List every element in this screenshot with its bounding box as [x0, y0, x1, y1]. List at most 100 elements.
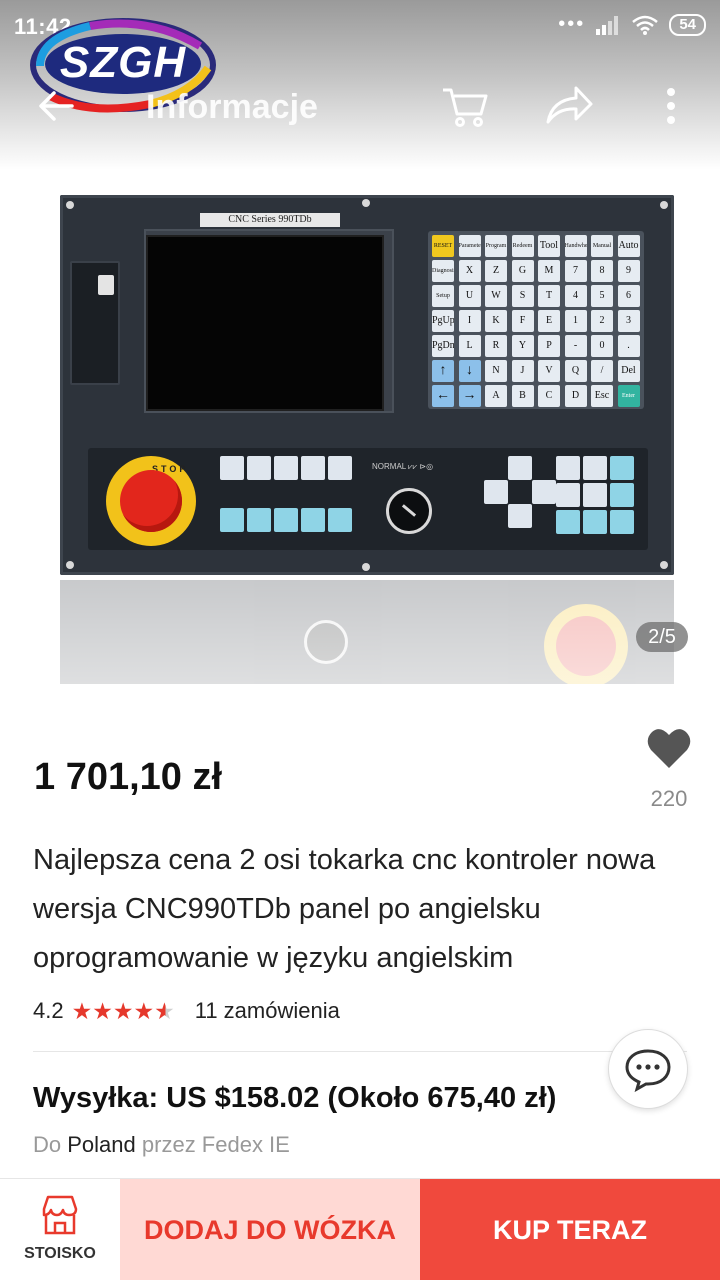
product-price: 1 701,10 zł: [34, 756, 223, 798]
product-photo-cnc-panel: CNC Series 990TDb RESET Parameter Program R…: [60, 195, 674, 575]
panel-function-key: [508, 504, 532, 528]
panel-function-key: [220, 508, 244, 532]
keypad-key: 6: [617, 285, 640, 307]
orders-count: 11 zamówienia: [194, 998, 340, 1023]
panel-function-key: [220, 456, 244, 480]
keypad-key: ↓: [458, 360, 481, 382]
rating-value: 4.2: [33, 998, 64, 1023]
keypad-key: N: [485, 360, 507, 382]
keypad-key: Auto: [617, 235, 640, 257]
panel-function-key: [610, 456, 634, 480]
share-button[interactable]: [544, 82, 594, 130]
keypad-key: W: [485, 285, 507, 307]
keypad-key: 0: [591, 335, 613, 357]
keypad-key: Y: [511, 335, 534, 357]
panel-function-key: [556, 483, 580, 507]
panel-model-label: CNC Series 990TDb: [200, 213, 340, 227]
panel-function-key: [583, 483, 607, 507]
keypad-key: Tool: [538, 235, 560, 257]
panel-function-key: [484, 480, 508, 504]
keypad-key: A: [485, 385, 507, 407]
star-icon: ★: [154, 998, 175, 1024]
panel-function-key: [247, 456, 271, 480]
keypad-key: Setup: [432, 285, 454, 307]
keypad-key: Enter: [617, 385, 640, 407]
buy-now-button[interactable]: KUP TERAZ: [420, 1179, 720, 1280]
keypad-key: 3: [617, 310, 640, 332]
signal-icon: [596, 15, 619, 35]
panel-screen: [146, 235, 384, 411]
store-icon: [42, 1195, 78, 1235]
keypad-key: C: [538, 385, 560, 407]
panel-function-key: [610, 483, 634, 507]
wishlist-button[interactable]: [646, 726, 692, 770]
shipping-destination[interactable]: Do Poland przez Fedex IE: [33, 1132, 290, 1158]
keypad-key: J: [511, 360, 534, 382]
more-vertical-icon: [667, 88, 675, 124]
keypad-key: Redeem: [511, 235, 534, 257]
keypad-key: .: [617, 335, 640, 357]
shipping-cost[interactable]: Wysyłka: US $158.02 (Około 675,40 zł): [33, 1082, 556, 1115]
rating-row[interactable]: 4.2 ★ ★ ★ ★ ★ 11 zamówienia: [33, 998, 340, 1024]
keypad-key: 2: [591, 310, 613, 332]
keypad-key: M: [538, 260, 560, 282]
keypad-key: 9: [617, 260, 640, 282]
product-title: Najlepsza cena 2 osi tokarka cnc kontrol…: [33, 844, 656, 974]
panel-function-key: [583, 456, 607, 480]
panel-function-key: [301, 508, 325, 532]
keypad-key: D: [564, 385, 587, 407]
wishlist-count: 220: [650, 786, 688, 811]
wifi-icon: [632, 15, 659, 35]
panel-function-key: [274, 508, 298, 532]
panel-keypad: RESETParameterProgramRedeemToolHandwheel…: [428, 231, 644, 409]
keypad-key: /: [591, 360, 613, 382]
keypad-key: 4: [564, 285, 587, 307]
back-button[interactable]: [36, 86, 76, 126]
keypad-key: Diagnosis: [432, 260, 454, 282]
chat-button[interactable]: [608, 1029, 688, 1109]
panel-function-key: [274, 456, 298, 480]
panel-function-key: [328, 508, 352, 532]
shipping-carrier: przez Fedex IE: [141, 1132, 290, 1157]
keypad-key: -: [564, 335, 587, 357]
add-to-cart-button[interactable]: DODAJ DO WÓZKA: [120, 1179, 420, 1280]
image-page-indicator: 2/5: [636, 622, 688, 652]
screw: [362, 199, 370, 207]
chat-bubble-icon: [625, 1049, 671, 1093]
bottom-action-bar: STOISKO DODAJ DO WÓZKA KUP TERAZ: [0, 1178, 720, 1280]
panel-function-key: [301, 456, 325, 480]
star-icon: ★: [92, 998, 113, 1024]
panel-function-key: [508, 456, 532, 480]
heart-icon: [647, 729, 691, 768]
cart-icon: [443, 88, 488, 127]
keypad-key: 7: [564, 260, 587, 282]
store-label: STOISKO: [24, 1245, 96, 1262]
panel-function-key: [556, 456, 580, 480]
screw: [362, 563, 370, 571]
usb-slot: [70, 261, 120, 385]
rating-stars: ★ ★ ★ ★ ★: [71, 998, 175, 1024]
keypad-key: 5: [591, 285, 613, 307]
panel-function-key: [532, 480, 556, 504]
more-dots-icon: •••: [558, 13, 586, 35]
keypad-key: U: [458, 285, 481, 307]
share-arrow-icon: [546, 86, 593, 124]
screw: [66, 201, 74, 209]
star-icon: ★: [71, 998, 93, 1024]
keypad-key: 1: [564, 310, 587, 332]
keypad-key: Esc: [591, 385, 613, 407]
keypad-key: R: [485, 335, 507, 357]
keypad-key: 8: [591, 260, 613, 282]
keypad-key: P: [538, 335, 560, 357]
keypad-key: G: [511, 260, 534, 282]
override-knob: [386, 488, 432, 534]
screw: [660, 201, 668, 209]
panel-function-key: [247, 508, 271, 532]
keypad-key: RESET: [432, 235, 454, 257]
star-icon: ★: [133, 998, 155, 1024]
cart-button[interactable]: [440, 82, 490, 130]
store-button[interactable]: STOISKO: [0, 1179, 120, 1280]
keypad-key: B: [511, 385, 534, 407]
more-options-button[interactable]: [656, 84, 686, 128]
keypad-key: Del: [617, 360, 640, 382]
